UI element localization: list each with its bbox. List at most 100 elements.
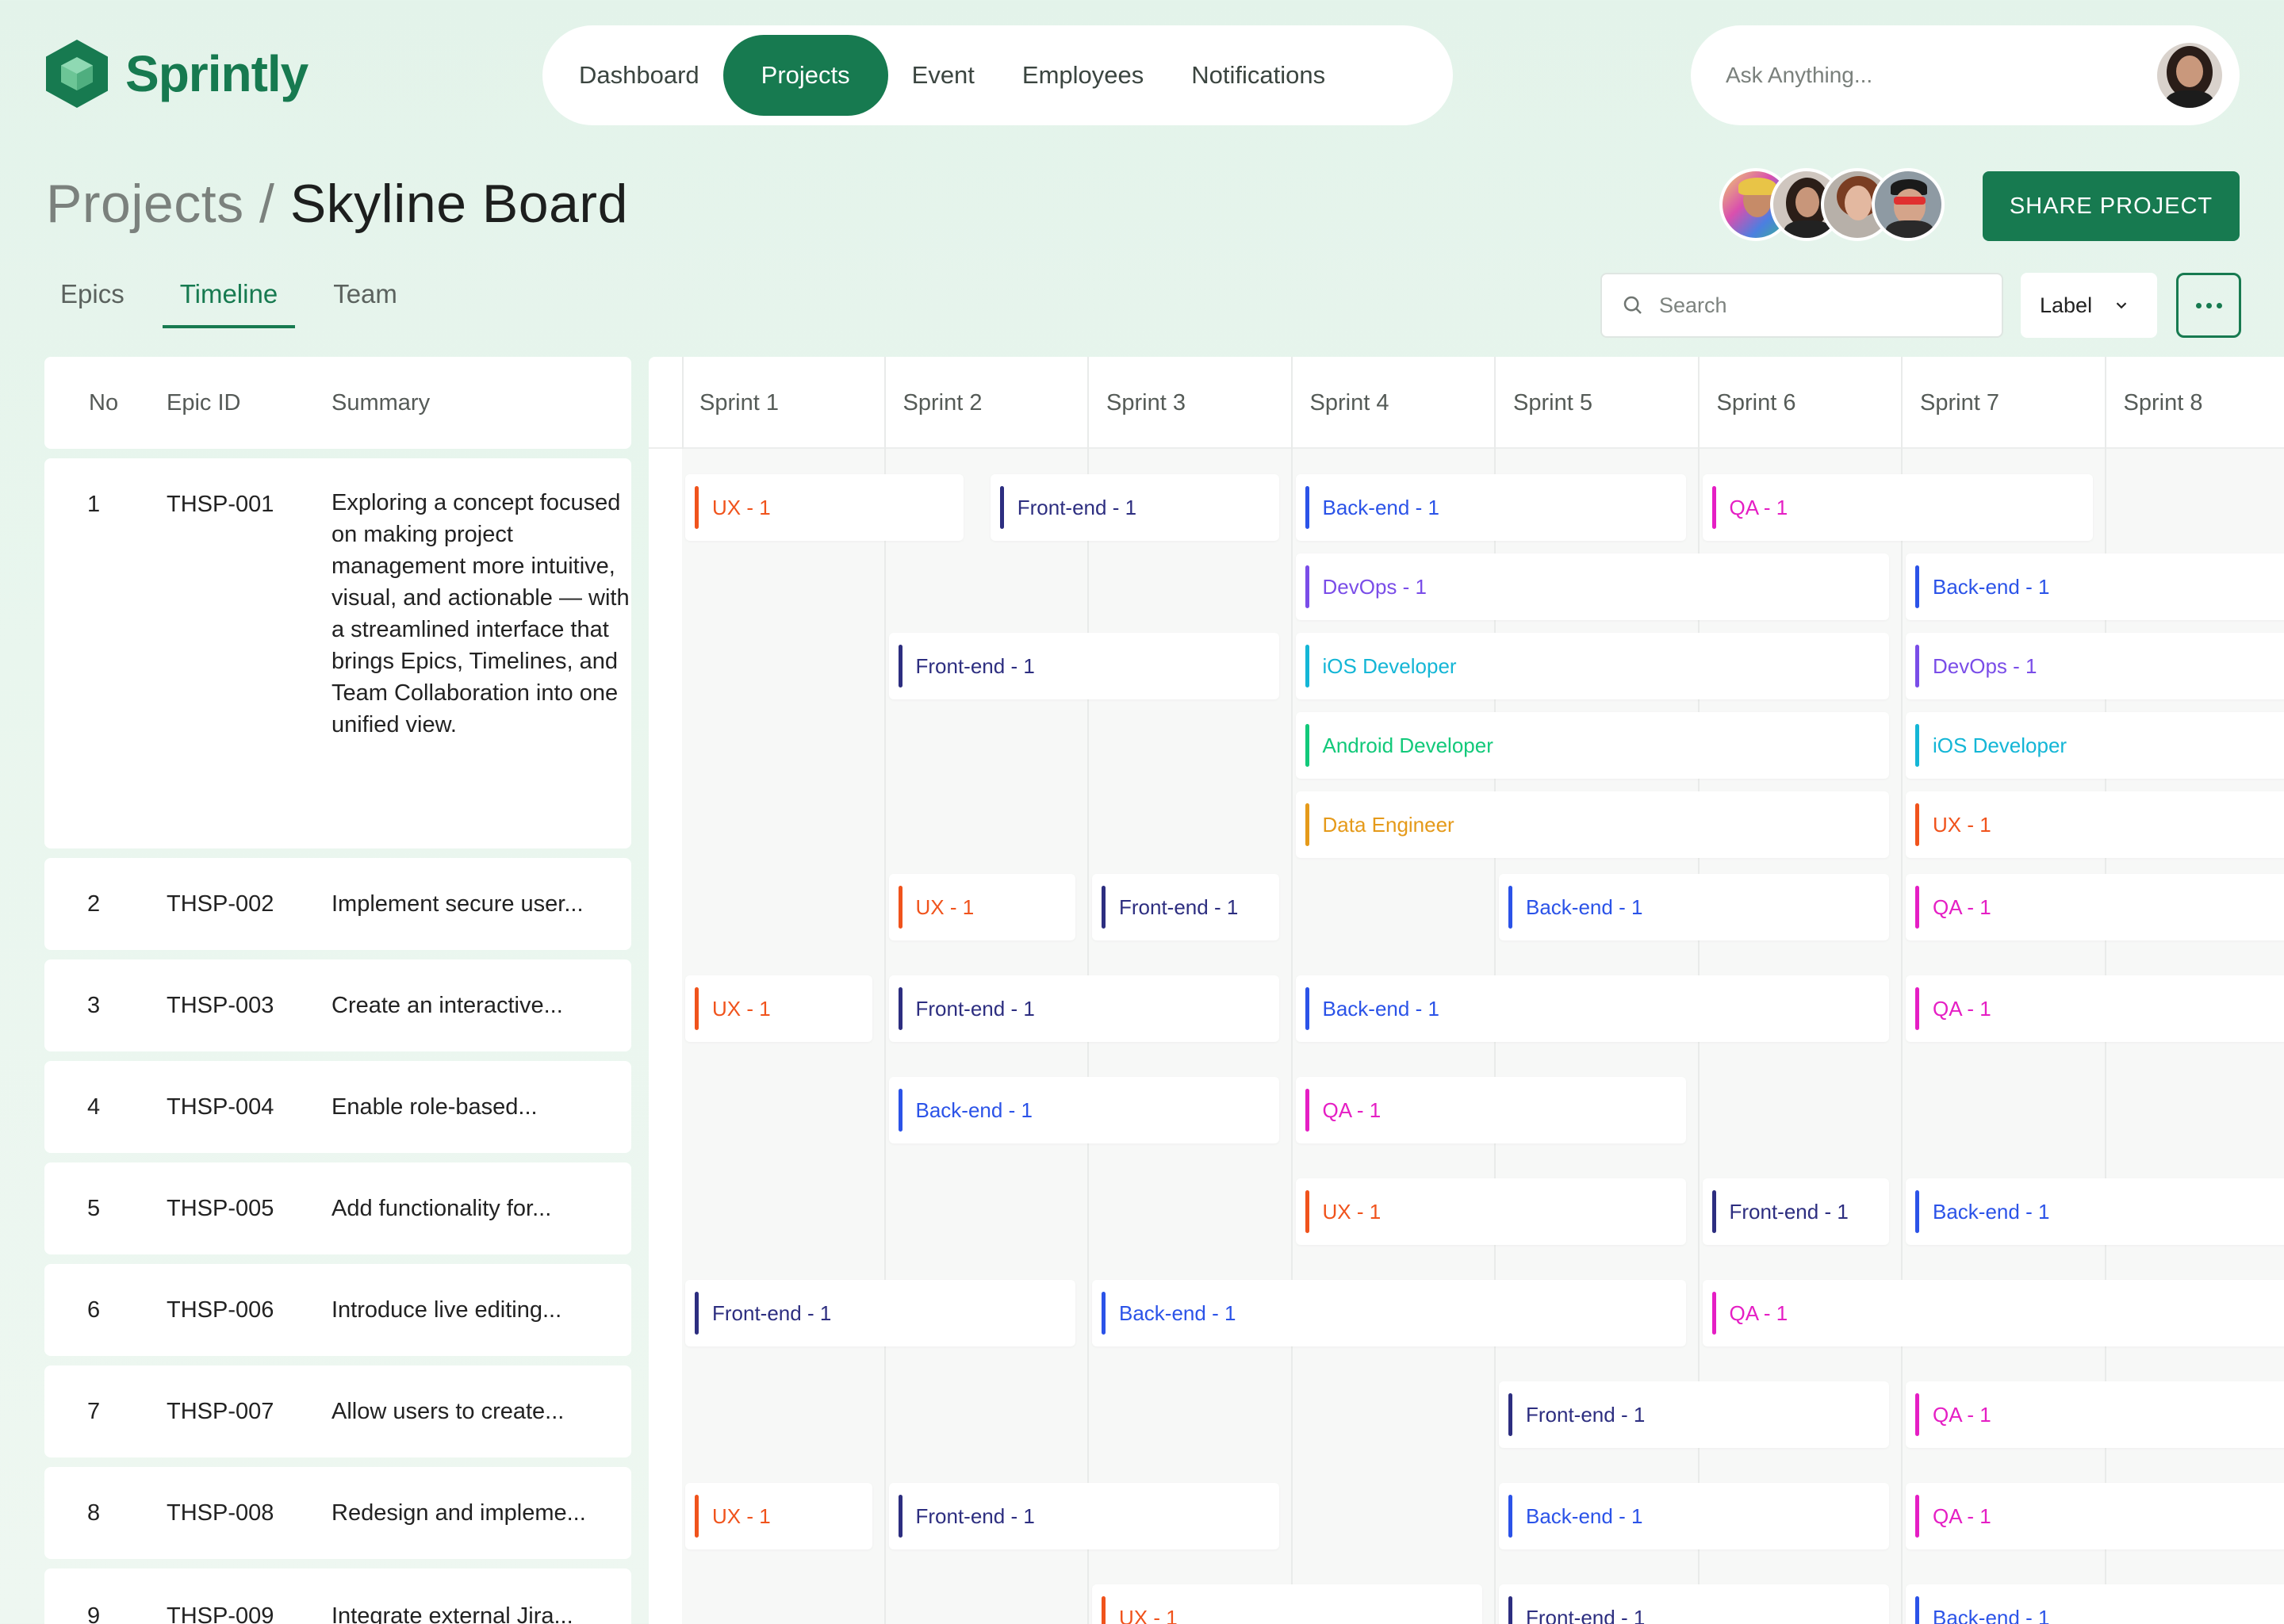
row-no: 1 [87, 492, 101, 517]
task-bar-backend[interactable]: Back-end - 1 [888, 1077, 1279, 1143]
task-bar-frontend[interactable]: Front-end - 1 [888, 975, 1279, 1042]
sprint-divider [883, 357, 886, 449]
table-row[interactable]: 1 THSP-001 Exploring a concept focused on … [44, 458, 631, 848]
task-bar-backend[interactable]: Back-end - 1 [1092, 1280, 1686, 1346]
task-bar-ux[interactable]: UX - 1 [685, 474, 964, 541]
table-row[interactable]: 3 THSP-003 Create an interactive... [44, 959, 631, 1051]
app-logo[interactable]: Sprintly [46, 40, 308, 108]
user-avatar[interactable] [2157, 43, 2222, 108]
view-tabs: Epics Timeline Team [46, 279, 435, 328]
task-bar-devops[interactable]: DevOps - 1 [1295, 553, 1890, 620]
sprint-divider [1901, 449, 1903, 1624]
nav-employees[interactable]: Employees [998, 35, 1167, 116]
table-row[interactable]: 4 THSP-004 Enable role-based... [44, 1061, 631, 1153]
top-nav: Dashboard Projects Event Employees Notif… [542, 25, 1453, 125]
table-row[interactable]: 2 THSP-002 Implement secure user... [44, 858, 631, 950]
task-bar-qa[interactable]: QA - 1 [1295, 1077, 1686, 1143]
row-no: 2 [87, 891, 101, 917]
row-no: 6 [87, 1297, 101, 1323]
task-bar-frontend[interactable]: Front-end - 1 [1499, 1381, 1890, 1448]
row-no: 9 [87, 1603, 101, 1624]
task-bar-qa[interactable]: QA - 1 [1906, 975, 2284, 1042]
sprint-label: Sprint 6 [1716, 390, 1796, 416]
table-row[interactable]: 7 THSP-007 Allow users to create... [44, 1365, 631, 1457]
search-input[interactable] [1659, 293, 1976, 318]
task-bar-qa[interactable]: QA - 1 [1906, 874, 2284, 940]
task-bar-backend[interactable]: Back-end - 1 [1499, 1483, 1890, 1549]
row-epic-id: THSP-004 [167, 1094, 274, 1120]
row-epic-id: THSP-007 [167, 1399, 274, 1424]
nav-projects[interactable]: Projects [722, 35, 888, 116]
more-options-button[interactable] [2176, 273, 2241, 338]
task-bar-devops[interactable]: DevOps - 1 [1906, 633, 2284, 699]
row-epic-id: THSP-009 [167, 1603, 274, 1624]
task-bar-qa[interactable]: QA - 1 [1702, 1280, 2284, 1346]
sprint-label: Sprint 7 [1920, 390, 1999, 416]
task-bar-frontend[interactable]: Front-end - 1 [1702, 1178, 1890, 1245]
table-row[interactable]: 9 THSP-009 Integrate external Jira... [44, 1568, 631, 1624]
table-row[interactable]: 5 THSP-005 Add functionality for... [44, 1162, 631, 1254]
task-bar-frontend[interactable]: Front-end - 1 [685, 1280, 1076, 1346]
table-row[interactable]: 6 THSP-006 Introduce live editing... [44, 1264, 631, 1356]
task-bar-ios[interactable]: iOS Developer [1295, 633, 1890, 699]
task-bar-backend[interactable]: Back-end - 1 [1295, 474, 1686, 541]
task-bar-backend[interactable]: Back-end - 1 [1906, 1584, 2284, 1624]
breadcrumb-current: Skyline Board [289, 174, 628, 234]
team-avatars[interactable] [1719, 168, 1945, 241]
timeline-grid: Sprint 1 Sprint 2 Sprint 3 Sprint 4 Sprint 5… [649, 357, 2284, 1624]
task-bar-ux[interactable]: UX - 1 [1295, 1178, 1686, 1245]
sprint-divider [1697, 357, 1700, 449]
task-bar-backend[interactable]: Back-end - 1 [1906, 1178, 2284, 1245]
task-bar-data[interactable]: Data Engineer [1295, 791, 1890, 858]
task-bar-backend[interactable]: Back-end - 1 [1295, 975, 1890, 1042]
sprint-divider [1901, 357, 1903, 449]
task-bar-frontend[interactable]: Front-end - 1 [888, 633, 1279, 699]
share-project-button[interactable]: SHARE PROJECT [1983, 171, 2240, 241]
row-epic-id: THSP-005 [167, 1196, 274, 1221]
sprint-label: Sprint 5 [1513, 390, 1592, 416]
task-bar-qa[interactable]: QA - 1 [1702, 474, 2093, 541]
task-bar-qa[interactable]: QA - 1 [1906, 1483, 2284, 1549]
task-bar-backend[interactable]: Back-end - 1 [1906, 553, 2284, 620]
page-title: Projects / Skyline Board [46, 173, 628, 235]
row-summary: Exploring a concept focused on making pr… [331, 490, 630, 737]
task-bar-ux[interactable]: UX - 1 [888, 874, 1076, 940]
sprint-divider [682, 357, 684, 449]
nav-event[interactable]: Event [888, 35, 998, 116]
more-dots-icon [2195, 302, 2202, 308]
row-no: 4 [87, 1094, 101, 1120]
sprint-divider [1290, 449, 1293, 1624]
table-row[interactable]: 8 THSP-008 Redesign and impleme... [44, 1467, 631, 1559]
search-icon [1623, 296, 1642, 314]
task-bar-ux[interactable]: UX - 1 [685, 975, 872, 1042]
task-bar-ux[interactable]: UX - 1 [1906, 791, 2284, 858]
nav-dashboard[interactable]: Dashboard [555, 35, 723, 116]
task-bar-qa[interactable]: QA - 1 [1906, 1381, 2284, 1448]
task-bar-frontend[interactable]: Front-end - 1 [888, 1483, 1279, 1549]
tab-timeline[interactable]: Timeline [162, 279, 296, 328]
label-filter-dropdown[interactable]: Label [2021, 273, 2157, 338]
task-bar-frontend[interactable]: Front-end - 1 [1499, 1584, 1890, 1624]
sprint-divider [1087, 357, 1089, 449]
breadcrumb-parent[interactable]: Projects [46, 174, 244, 234]
row-summary: Redesign and impleme... [331, 1500, 586, 1526]
task-bar-ios[interactable]: iOS Developer [1906, 712, 2284, 779]
task-bar-frontend[interactable]: Front-end - 1 [1092, 874, 1279, 940]
nav-notifications[interactable]: Notifications [1167, 35, 1349, 116]
app-name: Sprintly [125, 45, 308, 102]
task-bar-ux[interactable]: UX - 1 [685, 1483, 872, 1549]
task-bar-ux[interactable]: UX - 1 [1092, 1584, 1483, 1624]
row-epic-id: THSP-008 [167, 1500, 274, 1526]
row-summary: Integrate external Jira... [331, 1603, 573, 1624]
row-no: 5 [87, 1196, 101, 1221]
task-bar-backend[interactable]: Back-end - 1 [1499, 874, 1890, 940]
tab-epics[interactable]: Epics [46, 279, 139, 328]
row-epic-id: THSP-003 [167, 993, 274, 1018]
task-bar-android[interactable]: Android Developer [1295, 712, 1890, 779]
timeline-body: UX - 1 Front-end - 1 Back-end - 1 QA - 1 Dev… [682, 449, 2284, 1624]
task-bar-frontend[interactable]: Front-end - 1 [990, 474, 1279, 541]
row-no: 3 [87, 993, 101, 1018]
tab-team[interactable]: Team [319, 279, 412, 328]
team-avatar[interactable] [1872, 168, 1945, 241]
ask-anything-input[interactable] [1726, 63, 2154, 88]
